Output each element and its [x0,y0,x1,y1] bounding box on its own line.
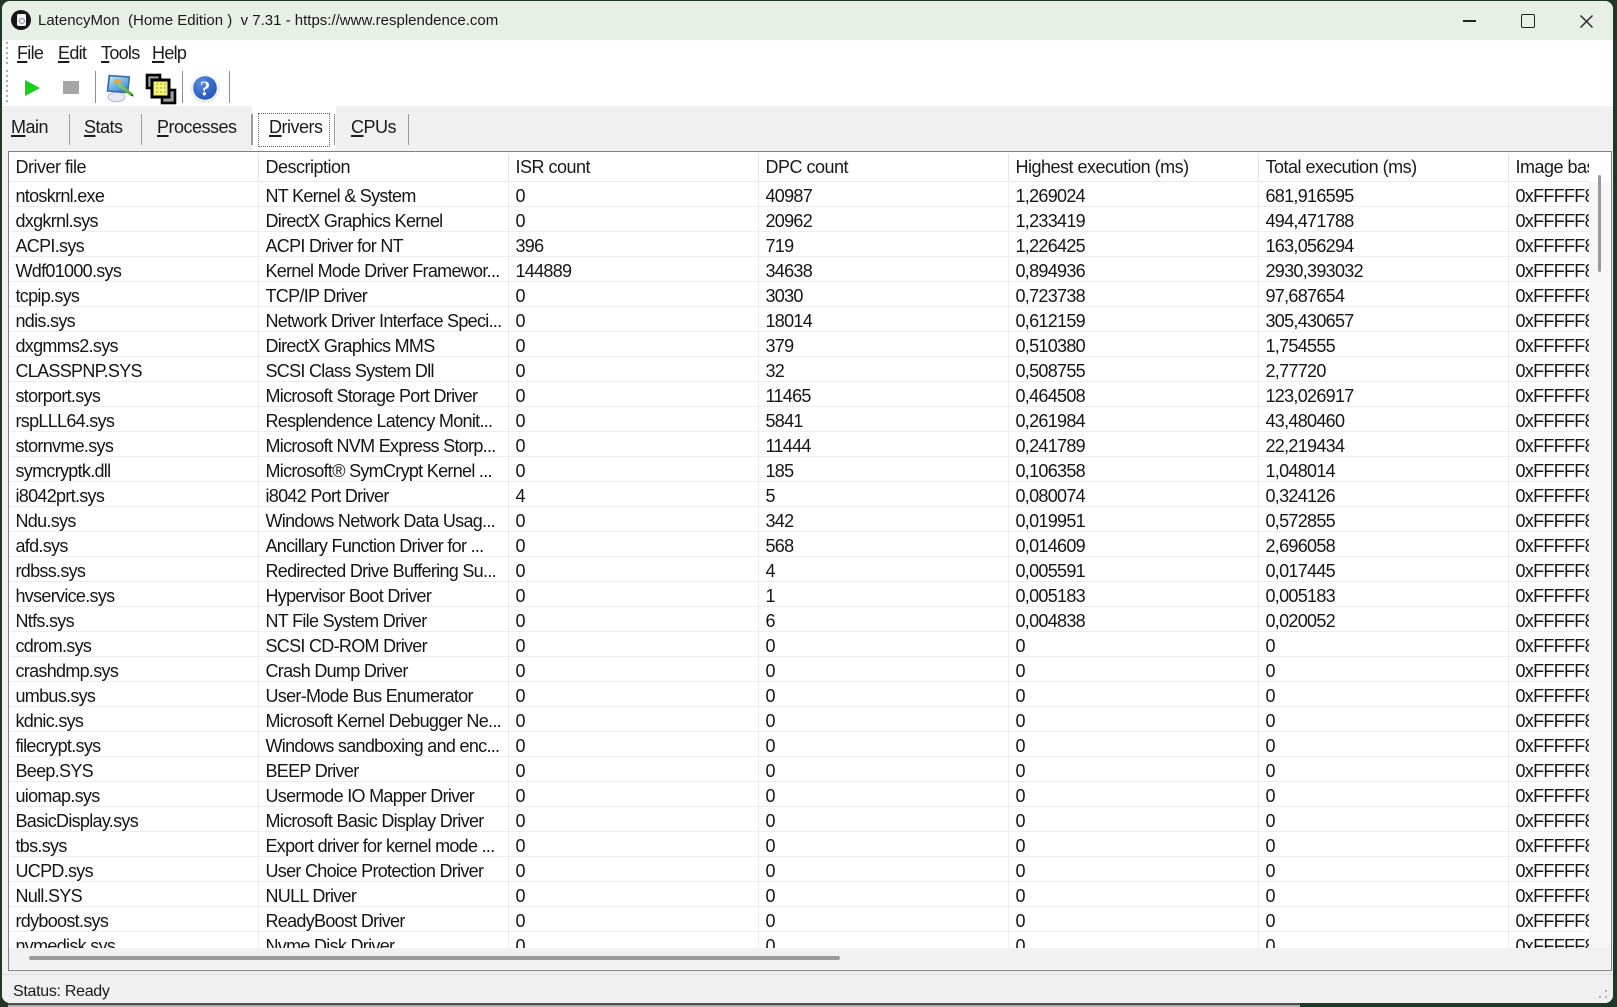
svg-text:?: ? [200,77,211,101]
